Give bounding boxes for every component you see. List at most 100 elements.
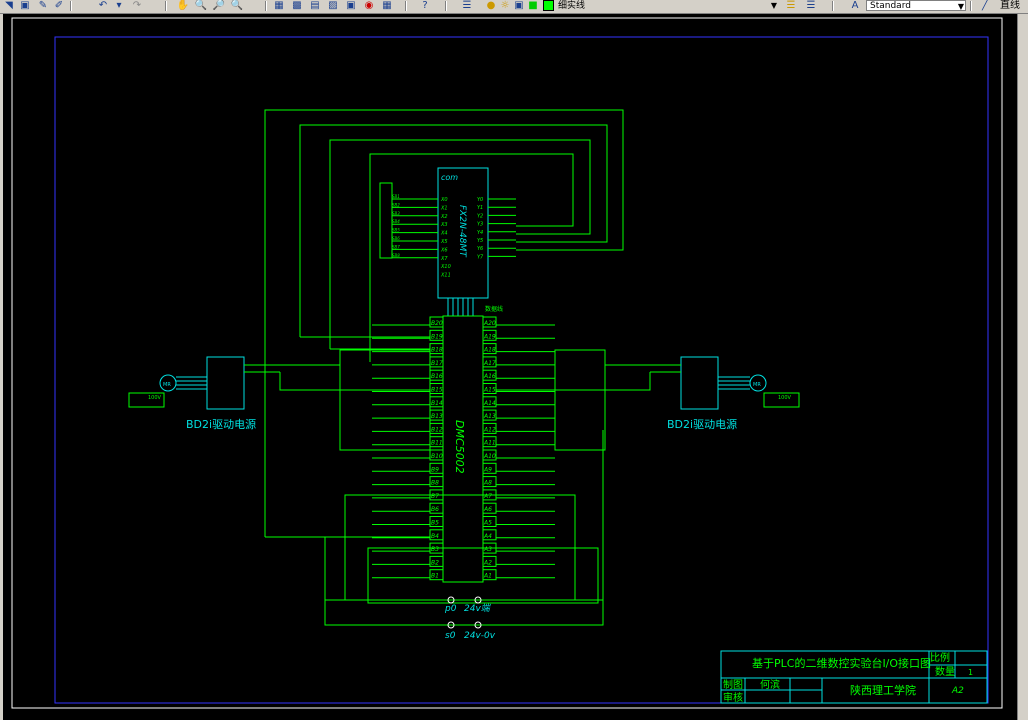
- right-driver-label: BD2i驱动电源: [667, 417, 737, 431]
- card-pin-B18: B18: [431, 347, 443, 354]
- card-pin-B2: B2: [431, 559, 439, 566]
- plc-y-Y4: Y4: [477, 230, 483, 236]
- card-pin-B17: B17: [431, 360, 443, 367]
- plc-y-Y5: Y5: [477, 238, 483, 244]
- card-pin-A19: A19: [483, 333, 496, 340]
- layer-on-icon[interactable]: ●: [484, 0, 498, 12]
- card-pin-B20: B20: [431, 320, 443, 327]
- help-icon[interactable]: ?: [418, 0, 432, 12]
- plc-y-Y6: Y6: [477, 246, 483, 252]
- vertical-scrollbar[interactable]: [1017, 14, 1028, 720]
- card-pin-B10: B10: [431, 453, 443, 460]
- card-pin-B9: B9: [431, 466, 439, 473]
- undo-icon[interactable]: ↶: [96, 0, 110, 12]
- switch-label: SB1: [392, 194, 400, 199]
- save-icon[interactable]: ▣: [18, 0, 32, 12]
- toolbar: ◥ ▣ ✎ ✐ ↶ ▾ ↷ ✋ 🔍 🔎 🔍 ▦ ▩ ▤ ▨ ▣ ◉ ▦ ? ☰ …: [0, 0, 1028, 14]
- plc-y-Y2: Y2: [477, 213, 483, 219]
- title-qty-label: 数量: [935, 665, 955, 678]
- plc-y-Y7: Y7: [477, 254, 484, 260]
- plc-y-Y3: Y3: [477, 222, 483, 228]
- plc-x-X1: X1: [440, 205, 448, 211]
- layer-color-icon[interactable]: ■: [526, 0, 540, 12]
- card-pin-B12: B12: [431, 426, 443, 433]
- card-pin-A18: A18: [483, 347, 496, 354]
- plc-x-X6: X6: [440, 247, 448, 253]
- zoom-realtime-icon[interactable]: 🔍: [194, 0, 208, 12]
- properties-icon[interactable]: ▦: [272, 0, 286, 12]
- card-pin-B7: B7: [431, 493, 439, 500]
- card-pin-B5: B5: [431, 520, 439, 527]
- switch-label: SB7: [392, 244, 400, 249]
- right-supply-label: 100V: [778, 395, 792, 401]
- card-pin-B19: B19: [431, 333, 443, 340]
- layer-previous-icon[interactable]: ☰: [804, 0, 818, 12]
- terminal-24v0-label: 24v-0v: [464, 631, 496, 641]
- terminal-s0-label: s0: [445, 631, 456, 641]
- left-supply-label: 100V: [148, 395, 162, 401]
- pan-icon[interactable]: ✋: [176, 0, 190, 12]
- text-style-icon[interactable]: A: [848, 0, 862, 12]
- card-pin-A11: A11: [483, 440, 496, 447]
- card-pin-A9: A9: [483, 466, 492, 473]
- title-drawn-label: 制图: [723, 678, 743, 691]
- drawing-canvas[interactable]: 基于PLC的二维数控实验台I/O接口图 比例 数量 1 制图 何滨 审核 陕西理工学院 A2 co…: [3, 14, 1017, 720]
- driver-wire: [279, 372, 430, 391]
- layer-name: 细实线: [558, 1, 586, 11]
- left-driver: [206, 356, 245, 410]
- title-qty-value: 1: [968, 668, 973, 677]
- pencil-icon[interactable]: ✎: [36, 0, 50, 12]
- card-pin-A8: A8: [483, 480, 492, 487]
- switch-label: SB2: [392, 202, 400, 207]
- brush-icon[interactable]: ✐: [52, 0, 66, 12]
- plc-x-X2: X2: [440, 214, 448, 220]
- open-icon[interactable]: ◥: [2, 0, 16, 12]
- plc-x-X4: X4: [440, 231, 448, 237]
- chevron-down-icon: ▼: [957, 2, 964, 11]
- text-style-value: Standard: [870, 1, 911, 11]
- right-bus: [554, 349, 606, 451]
- card-pin-B6: B6: [431, 506, 439, 513]
- redo-icon[interactable]: ↷: [130, 0, 144, 12]
- line-tool-label[interactable]: 直线: [1000, 0, 1020, 12]
- title-sheet: A2: [951, 686, 964, 696]
- title-check-label: 审核: [723, 691, 743, 704]
- markup-icon[interactable]: ▣: [344, 0, 358, 12]
- drawing-border: [11, 17, 1003, 709]
- left-driver-label: BD2i驱动电源: [186, 417, 256, 431]
- layer-freeze-icon[interactable]: ☼: [498, 0, 512, 12]
- data-line-label: 数据线: [485, 305, 503, 313]
- switch-label: SB4: [392, 219, 400, 224]
- card-model: DMC5002: [453, 420, 466, 474]
- line-icon[interactable]: ╱: [978, 0, 992, 12]
- card-pin-B14: B14: [431, 400, 443, 407]
- terminal-24v-label: 24v端: [464, 603, 492, 614]
- sheet-set-icon[interactable]: ▨: [326, 0, 340, 12]
- right-motor-label: MR: [753, 382, 761, 388]
- layer-combo[interactable]: 细实线 ▼: [540, 0, 778, 11]
- terminal-p0-label: p0: [444, 604, 457, 614]
- layer-lock-icon[interactable]: ▣: [512, 0, 526, 12]
- dbconnect-icon[interactable]: ◉: [362, 0, 376, 12]
- text-style-combo[interactable]: Standard ▼: [866, 0, 966, 11]
- title-drawn-value: 何滨: [760, 678, 780, 691]
- right-driver: [680, 356, 719, 410]
- card-pin-A7: A7: [483, 493, 492, 500]
- zoom-previous-icon[interactable]: 🔍: [230, 0, 244, 12]
- tool-palette-icon[interactable]: ▤: [308, 0, 322, 12]
- zoom-window-icon[interactable]: 🔎: [212, 0, 226, 12]
- make-current-icon[interactable]: ☰: [784, 0, 798, 12]
- plc-model: FX2N-48MT: [457, 205, 467, 258]
- switch-label: SB3: [392, 211, 400, 216]
- calculator-icon[interactable]: ▦: [380, 0, 394, 12]
- card-pin-A1: A1: [483, 573, 492, 580]
- plc-com: com: [441, 173, 458, 182]
- chevron-down-icon: ▼: [770, 1, 777, 10]
- title-ratio-label: 比例: [930, 651, 950, 664]
- layer-manager-icon[interactable]: ☰: [460, 0, 474, 12]
- undo-dropdown-icon[interactable]: ▾: [112, 0, 126, 12]
- card-pin-A14: A14: [483, 400, 496, 407]
- card-pin-B8: B8: [431, 480, 439, 487]
- design-center-icon[interactable]: ▩: [290, 0, 304, 12]
- title-main: 基于PLC的二维数控实验台I/O接口图: [752, 656, 931, 670]
